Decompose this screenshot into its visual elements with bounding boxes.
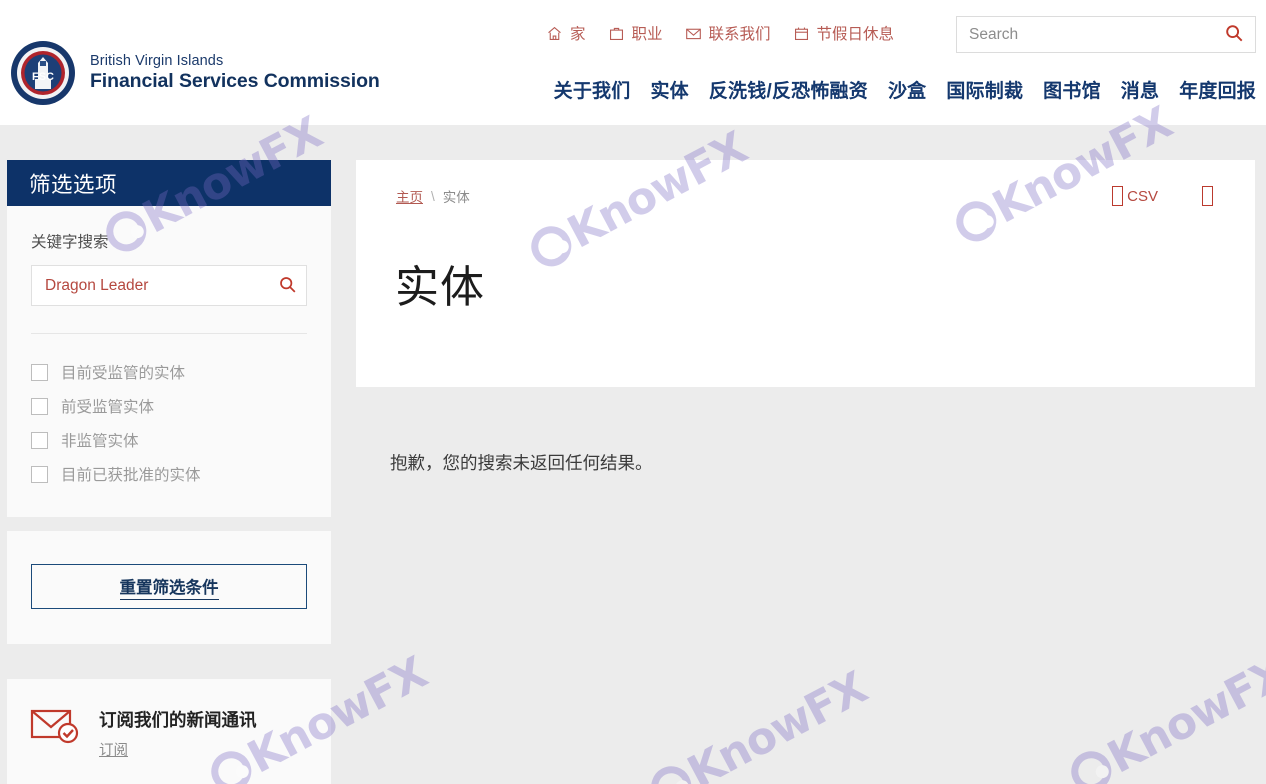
search-button[interactable] [1213,17,1255,52]
utility-nav-item-contact[interactable]: 联系我们 [685,22,771,44]
card-actions: CSV [1112,186,1217,206]
brand-logo[interactable]: FSC British Virgin Islands Financial Ser… [10,40,380,106]
svg-text:FSC: FSC [32,71,54,83]
filter-checkbox-label: 前受监管实体 [61,399,155,416]
filter-panel: 筛选选项 关键字搜索 Dragon Leader 目前受监管的实体 前受监管实体… [7,160,331,517]
brand-line1: British Virgin Islands [90,53,224,70]
keyword-search-label: 关键字搜索 [31,234,109,251]
newsletter-subscribe-link[interactable]: 订阅 [99,739,128,760]
brand-line2: Financial Services Commission [90,69,380,92]
download-csv-button[interactable]: CSV [1112,186,1158,206]
filter-checkbox-label: 目前已获批准的实体 [61,467,201,484]
main-nav-item-sandbox[interactable]: 沙盒 [888,76,926,103]
calendar-icon [793,25,810,42]
main-nav-item-news[interactable]: 消息 [1121,76,1159,103]
brand-text: British Virgin Islands Financial Service… [90,53,380,92]
secondary-action-button[interactable] [1202,186,1217,206]
keyword-search-button[interactable] [268,266,306,305]
filter-checkbox-label: 目前受监管的实体 [61,365,186,382]
main-nav-item-library[interactable]: 图书馆 [1043,76,1101,103]
breadcrumb-separator: \ [431,188,435,204]
utility-nav-label: 节假日休息 [816,26,895,43]
page-title: 实体 [395,263,485,313]
main-nav-item-about[interactable]: 关于我们 [554,76,631,103]
filter-checkbox-formerly-regulated[interactable]: 前受监管实体 [31,389,307,423]
panel-gap [7,517,331,531]
download-csv-label: CSV [1127,187,1158,205]
reset-filters-button[interactable]: 重置筛选条件 [31,564,307,609]
filter-sidebar: 筛选选项 关键字搜索 Dragon Leader 目前受监管的实体 前受监管实体… [7,160,331,784]
page-root: FSC British Virgin Islands Financial Ser… [0,0,1266,784]
keyword-search-box[interactable] [31,265,307,306]
missing-glyph-box-icon [1202,186,1213,206]
utility-nav-label: 联系我们 [708,26,771,43]
filter-checkbox-currently-regulated[interactable]: 目前受监管的实体 [31,355,307,389]
envelope-check-icon [29,705,81,745]
search-icon [1224,23,1244,46]
breadcrumb-home-link[interactable]: 主页 [396,186,423,206]
filter-checkbox-label: 非监管实体 [61,433,139,450]
bvi-fsc-seal-icon: FSC [10,40,76,106]
utility-nav-label: 家 [570,26,586,43]
breadcrumb: 主页 \ 实体 [396,186,470,206]
main-nav: 关于我们 实体 反洗钱/反恐怖融资 沙盒 国际制裁 图书馆 消息 年度回报 [554,76,1256,103]
site-header: FSC British Virgin Islands Financial Ser… [0,0,1266,125]
utility-nav-item-home[interactable]: 家 [546,22,586,44]
main-nav-item-entities[interactable]: 实体 [650,76,688,103]
search-icon [278,275,297,297]
content-card: 主页 \ 实体 CSV 实体 [356,160,1255,387]
checkbox-icon[interactable] [31,431,48,449]
main-nav-item-aml-cft[interactable]: 反洗钱/反恐怖融资 [709,76,868,103]
newsletter-panel[interactable]: 订阅我们的新闻通讯 订阅 [7,679,331,784]
page-body: 筛选选项 关键字搜索 Dragon Leader 目前受监管的实体 前受监管实体… [0,125,1266,784]
briefcase-icon [608,25,625,42]
home-icon [546,25,563,42]
header-search[interactable] [956,16,1256,53]
filter-panel-heading: 筛选选项 [7,160,331,206]
reset-filters-label: 重置筛选条件 [119,574,219,600]
no-results-message: 抱歉，您的搜索未返回任何结果。 [390,453,653,473]
envelope-icon [685,25,702,42]
checkbox-icon[interactable] [31,465,48,483]
main-nav-item-sanctions[interactable]: 国际制裁 [946,76,1023,103]
filter-checkbox-currently-approved[interactable]: 目前已获批准的实体 [31,457,307,491]
newsletter-title: 订阅我们的新闻通讯 [99,710,257,730]
search-input[interactable] [957,18,1213,51]
filter-panel-body: 关键字搜索 [7,206,331,334]
filter-checkbox-group: 目前受监管的实体 前受监管实体 非监管实体 目前已获批准的实体 [7,334,331,517]
missing-glyph-box-icon [1112,186,1124,206]
utility-nav: 家 职业 联系我们 节假日休息 [546,22,894,44]
utility-nav-label: 职业 [631,26,663,43]
checkbox-icon[interactable] [31,363,48,381]
reset-panel: 重置筛选条件 [7,531,331,644]
checkbox-icon[interactable] [31,397,48,415]
breadcrumb-current: 实体 [442,190,470,205]
keyword-search-input[interactable] [32,267,268,304]
main-nav-item-annual-returns[interactable]: 年度回报 [1179,76,1256,103]
filter-checkbox-unregulated[interactable]: 非监管实体 [31,423,307,457]
newsletter-text: 订阅我们的新闻通讯 订阅 [99,705,257,760]
utility-nav-item-holidays[interactable]: 节假日休息 [793,22,895,44]
utility-nav-item-careers[interactable]: 职业 [608,22,663,44]
